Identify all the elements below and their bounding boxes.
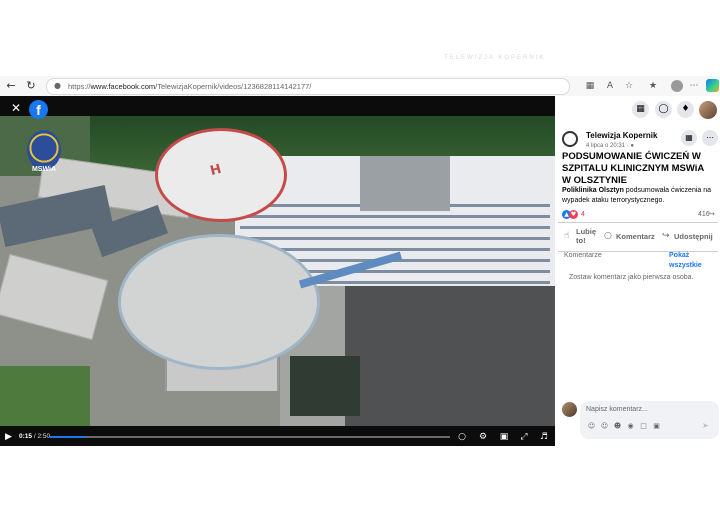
author-link[interactable]: Poliklinika Olsztyn [562,187,624,194]
video-controls: ▶ 0:15 / 2:50 ○ ⚙ ▣ ⤢ ♬ [0,428,555,446]
progress-bar[interactable] [50,436,450,438]
browser-profile-avatar[interactable] [671,80,683,92]
mswia-logo-text: MSWiA [31,166,57,173]
copilot-icon[interactable] [706,79,719,92]
post-actions: ☝ Lubię to! ○ Komentarz ↪ Udostępnij [558,222,718,252]
reaction-count: 4 [581,211,585,218]
emoji-smile-icon[interactable]: ☻ [613,422,622,431]
avatar-sticker-icon[interactable]: ☺ [587,422,596,431]
close-icon[interactable]: ✕ [9,101,23,115]
sticker-icon[interactable]: ▣ [652,422,661,431]
send-icon[interactable]: ➤ [702,421,712,431]
play-icon[interactable]: ▶ [5,430,17,444]
blank-top-area [0,0,720,76]
video-time: 0:15 / 2:50 [19,433,51,440]
video-player[interactable] [0,96,555,446]
camera-icon[interactable]: ◉ [626,422,635,431]
share-count-icon: ↪ [709,210,715,218]
back-icon[interactable]: ← [4,79,18,93]
post-more-icon[interactable]: ⋯ [702,130,718,146]
favorites-icon[interactable]: ★ [646,79,660,93]
fullscreen-icon[interactable]: ⤢ [517,430,531,444]
address-bar[interactable]: ● https://www.facebook.com/TelewizjaKope… [46,78,570,95]
globe-icon: ● [630,143,634,149]
facebook-logo-icon[interactable]: f [29,100,48,119]
post-text: Poliklinika Olsztyn podsumowała ćwiczeni… [562,187,712,204]
grid-icon[interactable]: ▦ [583,79,597,93]
empty-comments-text: Zostaw komentarz jako pierwsza osoba. [569,274,694,281]
volume-icon[interactable]: ♬ [537,430,551,444]
user-avatar[interactable] [699,101,717,119]
commenter-avatar [562,402,577,417]
post-date[interactable]: 4 lipca o 20:31 · ● [586,142,634,150]
post-panel [555,96,720,446]
share-count[interactable]: 416 [698,210,710,220]
browser-toolbar: ← ↻ ● https://www.facebook.com/Telewizja… [0,76,720,97]
lock-icon[interactable]: ● [54,81,64,91]
read-aloud-icon[interactable]: A [603,79,617,93]
post-title: PODSUMOWANIE ĆWICZEŃ W SZPITALU KLINICZN… [562,151,704,186]
comments-header: Komentarze [564,252,602,259]
like-icon: ☝ [564,231,570,241]
pip-icon[interactable]: ▣ [497,430,511,444]
gif-icon[interactable]: □ [639,422,648,431]
settings-gear-icon[interactable]: ⚙ [476,430,490,444]
url-text[interactable]: https://www.facebook.com/TelewizjaKopern… [68,81,311,92]
save-icon[interactable]: ▦ [681,130,697,146]
show-all-comments[interactable]: Pokaż wszystkie [669,251,720,271]
refresh-icon[interactable]: ↻ [24,79,38,93]
page-name[interactable]: Telewizja Kopernik [586,131,657,141]
video-watermark-subtitle: TELEWIZJA KOPERNIK [444,55,546,61]
notifications-bell-icon[interactable]: ♦ [677,101,694,118]
video-watermark: kopernik.tv [440,37,530,55]
love-reaction-icon: ♥ [569,210,578,219]
more-icon[interactable]: ⋯ [687,79,701,93]
page-avatar[interactable] [562,131,578,147]
captions-icon[interactable]: ○ [455,430,469,444]
messenger-icon[interactable]: ◯ [655,101,672,118]
menu-grid-icon[interactable]: ▦ [632,101,649,118]
emoji-icon[interactable]: ☺ [600,422,609,431]
comment-placeholder[interactable]: Napisz komentarz... [586,405,648,415]
mswia-logo [27,130,61,170]
share-icon: ↪ [662,231,670,241]
comment-icon: ○ [604,231,612,241]
favorite-star-icon[interactable]: ☆ [622,79,636,93]
